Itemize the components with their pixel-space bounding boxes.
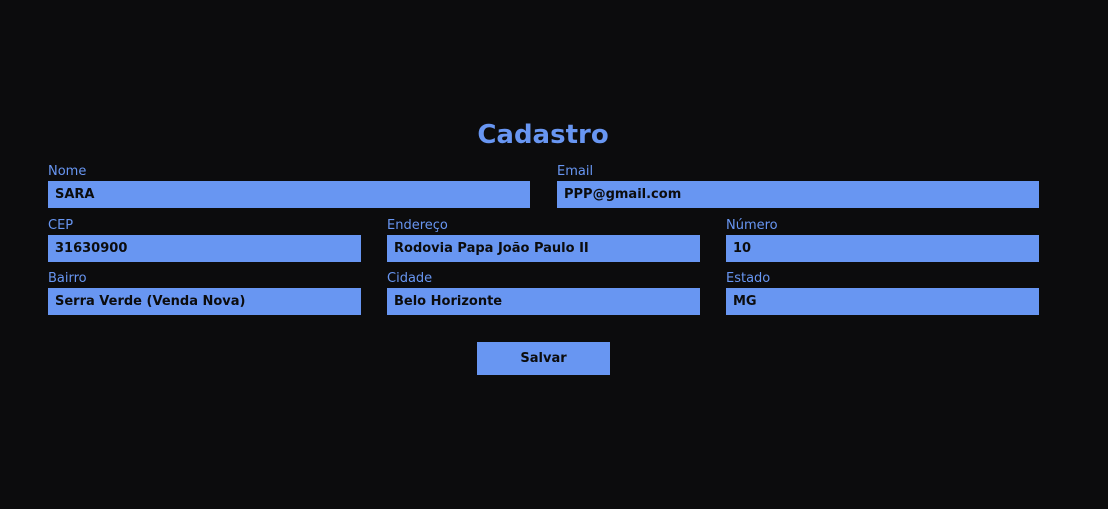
- nome-input[interactable]: [48, 181, 530, 208]
- numero-input[interactable]: [726, 235, 1039, 262]
- numero-field-group: Número: [726, 217, 1039, 262]
- cep-input[interactable]: [48, 235, 361, 262]
- cidade-field-group: Cidade: [387, 270, 700, 315]
- endereco-field-group: Endereço: [387, 217, 700, 262]
- email-label: Email: [557, 164, 594, 179]
- page-title: Cadastro: [477, 120, 609, 150]
- bairro-label: Bairro: [48, 271, 87, 286]
- register-page: Cadastro Nome Email CEP Endereço Número …: [0, 0, 1108, 509]
- cep-label: CEP: [48, 218, 74, 233]
- endereco-label: Endereço: [387, 218, 448, 233]
- cidade-label: Cidade: [387, 271, 433, 286]
- endereco-input[interactable]: [387, 235, 700, 262]
- estado-field-group: Estado: [726, 270, 1039, 315]
- nome-field-group: Nome: [48, 163, 530, 208]
- cidade-input[interactable]: [387, 288, 700, 315]
- bairro-field-group: Bairro: [48, 270, 361, 315]
- bairro-input[interactable]: [48, 288, 361, 315]
- email-input[interactable]: [557, 181, 1039, 208]
- estado-label: Estado: [726, 271, 771, 286]
- numero-label: Número: [726, 218, 778, 233]
- nome-label: Nome: [48, 164, 87, 179]
- save-button[interactable]: Salvar: [477, 342, 610, 375]
- cep-field-group: CEP: [48, 217, 361, 262]
- email-field-group: Email: [557, 163, 1039, 208]
- estado-input[interactable]: [726, 288, 1039, 315]
